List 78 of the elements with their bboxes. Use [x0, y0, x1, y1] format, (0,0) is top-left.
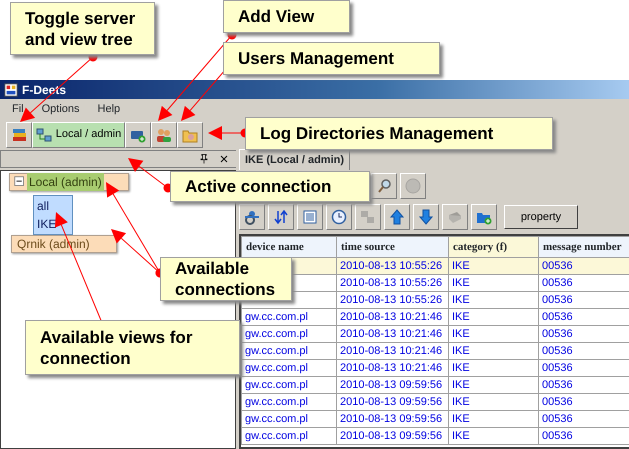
toolbar-button[interactable] [268, 204, 294, 230]
add-view-button[interactable] [125, 122, 151, 148]
table-cell: gw.cc.com.pl [242, 410, 336, 428]
clock-icon [331, 209, 347, 225]
callout-text: Active connection [185, 176, 332, 197]
column-header[interactable]: category (f) [448, 236, 538, 258]
table-cell: 2010-08-13 10:21:46 [336, 342, 448, 360]
toolbar-button[interactable] [297, 204, 323, 230]
table-cell: 2010-08-13 09:59:56 [336, 428, 448, 444]
toolbar-button[interactable] [471, 204, 497, 230]
app-icon [4, 82, 18, 96]
callout-text: Available [175, 258, 250, 279]
tree-node[interactable]: Local (admin) [9, 173, 129, 191]
callout-text: and view tree [25, 28, 134, 50]
table-cell: gw.cc.com.pl [242, 342, 336, 360]
table-cell: 2010-08-13 10:21:46 [336, 308, 448, 326]
network-icon [36, 126, 52, 142]
stop-icon [405, 178, 421, 194]
table-cell: IKE [448, 376, 538, 394]
sort-icon [273, 209, 289, 225]
tree-item[interactable]: all [37, 196, 69, 214]
search-icon [376, 178, 392, 194]
close-icon [218, 153, 230, 165]
table-cell: IKE [448, 360, 538, 376]
tab[interactable]: IKE (Local / admin) [239, 148, 350, 170]
menu-item[interactable]: Fil [12, 101, 24, 118]
callout-text: Available views for [40, 326, 194, 348]
up-arrow-icon [389, 209, 405, 225]
callout-text: Add View [238, 6, 316, 27]
connection-button[interactable]: Local / admin [32, 122, 125, 148]
users-button[interactable] [151, 122, 177, 148]
callout-text: Users Management [238, 48, 395, 69]
callout-text: connections [175, 279, 276, 300]
table-cell: IKE [448, 394, 538, 410]
document-icon [302, 209, 318, 225]
table-cell: 2010-08-13 10:55:26 [336, 292, 448, 308]
toolbar-button[interactable] [413, 204, 439, 230]
table-cell: 2010-08-13 09:59:56 [336, 394, 448, 410]
table-cell: IKE [448, 292, 538, 308]
down-arrow-icon [418, 209, 434, 225]
table-cell: 2010-08-13 09:59:56 [336, 376, 448, 394]
toolbar-button[interactable] [239, 204, 265, 230]
table-cell: 2010-08-13 10:21:46 [336, 326, 448, 342]
callout-text: Toggle server [25, 8, 136, 28]
table-cell: 2010-08-13 10:21:46 [336, 360, 448, 376]
callout-text: connection [40, 348, 132, 368]
menu-item[interactable]: Help [98, 101, 120, 118]
search-button[interactable] [371, 173, 397, 199]
property-button[interactable]: property [504, 205, 578, 229]
callout-text: Log Directories Management [260, 123, 494, 144]
column-header[interactable]: message number [538, 236, 629, 258]
column-header[interactable]: time source [336, 236, 448, 258]
pin-icon [198, 153, 210, 165]
table-cell: IKE [448, 428, 538, 444]
toolbar-button[interactable] [384, 204, 410, 230]
table-cell: 00536 [538, 258, 629, 274]
toggle-tree-button[interactable] [6, 122, 32, 148]
table-cell: IKE [448, 326, 538, 342]
table-cell: IKE [448, 308, 538, 326]
users-icon [156, 126, 172, 142]
table-cell: 2010-08-13 09:59:56 [336, 410, 448, 428]
table-cell: 2010-08-13 10:55:26 [336, 274, 448, 292]
table-cell: 2010-08-13 10:55:26 [336, 258, 448, 274]
table-cell: gw.cc.com.pl [242, 428, 336, 444]
column-header[interactable]: device name [242, 236, 336, 258]
menu-item[interactable]: Options [42, 101, 80, 118]
log-directories-button[interactable] [177, 122, 203, 148]
table-cell: IKE [448, 274, 538, 292]
table-cell: IKE [448, 410, 538, 428]
toolbar-button[interactable] [326, 204, 352, 230]
books-icon [11, 126, 27, 142]
table-cell: IKE [448, 342, 538, 360]
table-cell: gw.cc.com.pl [242, 394, 336, 410]
table-cell: gw.cc.com.pl [242, 326, 336, 342]
table-cell: gw.cc.com.pl [242, 376, 336, 394]
table-cell: gw.cc.com.pl [242, 360, 336, 376]
table-cell: IKE [448, 258, 538, 274]
table-cell: gw.cc.com.pl [242, 308, 336, 326]
